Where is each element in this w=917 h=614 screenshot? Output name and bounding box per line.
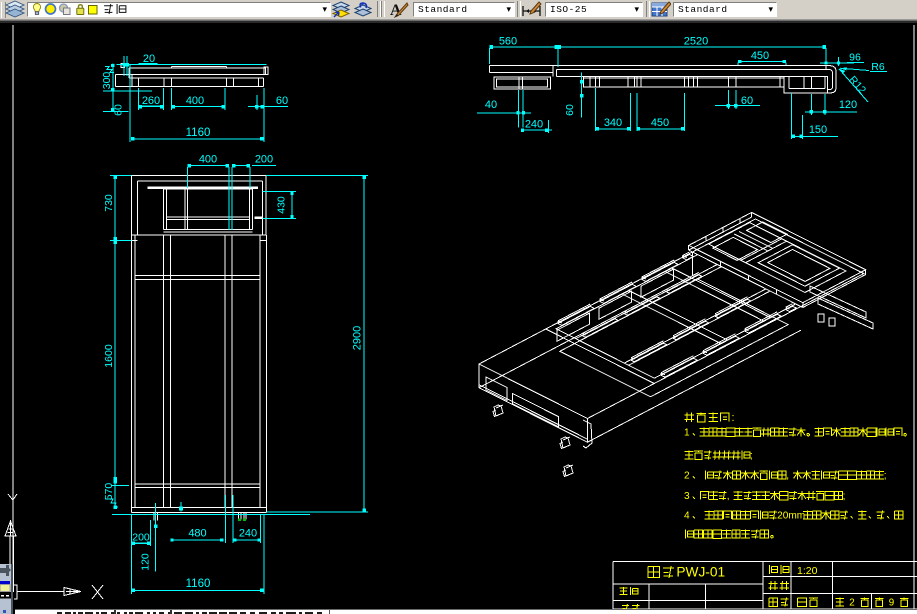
svg-text:200: 200 <box>255 154 273 166</box>
svg-text:2: 2 <box>849 597 854 608</box>
svg-text:400: 400 <box>199 154 217 166</box>
svg-text:340: 340 <box>604 117 622 129</box>
svg-text::: : <box>732 412 735 424</box>
svg-text:20mm: 20mm <box>777 510 805 521</box>
svg-text:9: 9 <box>889 597 894 608</box>
svg-text:400: 400 <box>186 95 204 107</box>
svg-text:1600: 1600 <box>103 344 115 368</box>
svg-text:PWJ-01: PWJ-01 <box>676 565 725 580</box>
svg-text:3: 3 <box>684 491 690 502</box>
svg-text:570: 570 <box>103 483 115 501</box>
svg-text:430: 430 <box>276 196 288 214</box>
svg-text:2520: 2520 <box>684 36 708 48</box>
svg-text:60: 60 <box>741 95 753 107</box>
svg-text:60: 60 <box>113 104 125 116</box>
svg-text:240: 240 <box>239 528 257 540</box>
svg-text:40: 40 <box>485 99 497 111</box>
svg-text:60: 60 <box>564 104 576 116</box>
svg-text:120: 120 <box>839 99 857 111</box>
svg-text:150: 150 <box>809 124 827 136</box>
svg-text:1160: 1160 <box>186 127 211 139</box>
svg-text:2900: 2900 <box>352 326 364 350</box>
svg-text:2: 2 <box>684 470 690 481</box>
svg-text:60: 60 <box>276 95 288 107</box>
svg-text:200: 200 <box>132 532 150 544</box>
svg-text:1160: 1160 <box>186 578 211 590</box>
svg-text:120: 120 <box>140 553 152 571</box>
svg-text:260: 260 <box>142 95 160 107</box>
svg-text:;: ; <box>884 470 887 481</box>
svg-text:450: 450 <box>751 50 769 62</box>
svg-text:450: 450 <box>651 117 669 129</box>
svg-text:730: 730 <box>103 194 115 212</box>
svg-text:4: 4 <box>684 510 690 521</box>
svg-text:,: , <box>727 491 730 502</box>
svg-text:560: 560 <box>499 36 517 48</box>
svg-text:1: 1 <box>684 427 690 438</box>
svg-text:96: 96 <box>849 52 861 64</box>
svg-text:300: 300 <box>101 72 113 90</box>
svg-text:1:20: 1:20 <box>797 565 818 577</box>
svg-text:480: 480 <box>188 528 206 540</box>
svg-text:240: 240 <box>525 119 543 131</box>
